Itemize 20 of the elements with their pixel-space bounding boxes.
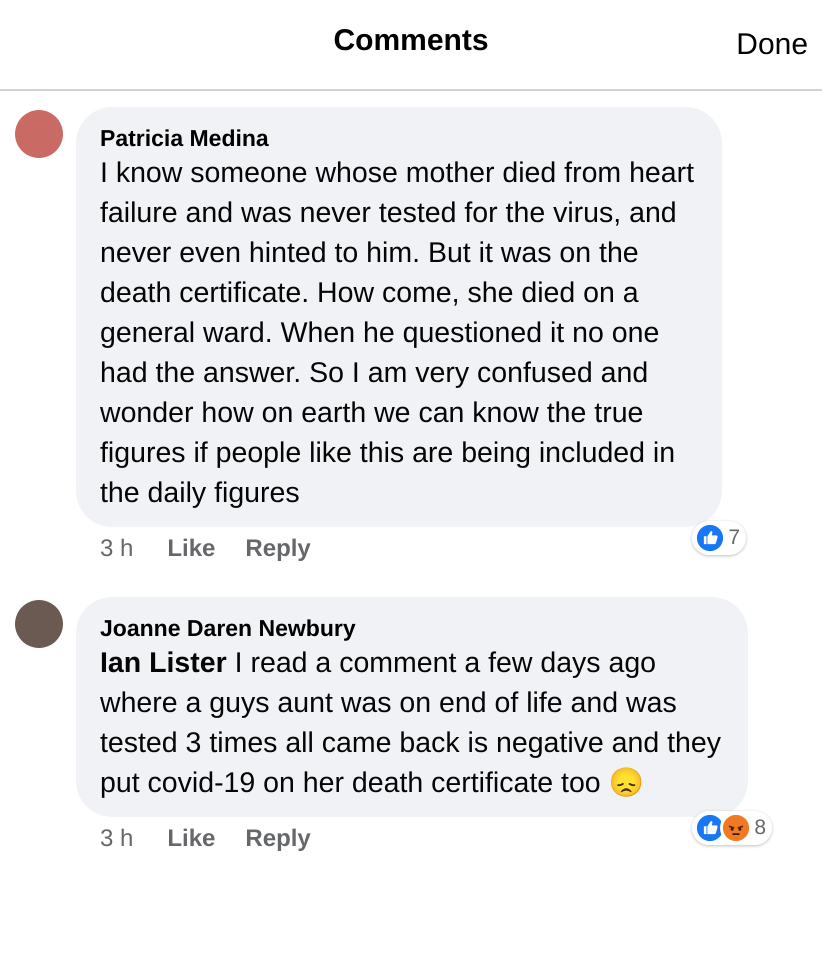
author-name[interactable]: Patricia Medina <box>100 123 704 153</box>
reaction-badge[interactable]: 8 <box>692 811 772 845</box>
comment-time: 3 h <box>100 534 134 564</box>
header-title: Comments <box>333 23 489 59</box>
reaction-count: 7 <box>728 525 740 552</box>
thumbs-up-icon <box>694 522 726 554</box>
comment-text: I know someone whose mother died from heart failure and was never tested for the virus, and never even hinted to him. But it was on the death certificate. How come, she died on a general ward. When he questioned it no one had the answer. So I am very confused and wonder how on earth we can know the true figures if people like this are being included in the daily figures <box>100 157 694 509</box>
avatar-photo-placeholder[interactable] <box>15 600 63 648</box>
done-button[interactable]: Done <box>736 22 808 67</box>
reaction-badge[interactable]: 7 <box>692 521 746 555</box>
author-name[interactable]: Joanne Daren Newbury <box>100 613 730 643</box>
like-link[interactable]: Like <box>167 821 216 857</box>
reply-link[interactable]: Reply <box>245 821 311 857</box>
avatar-photo-placeholder[interactable] <box>15 110 63 158</box>
reaction-count: 8 <box>754 815 766 842</box>
comment-text: Ian Lister I read a comment a few days ago where a guys aunt was on end of life and was tested 3 times all came back is negative and they put covid-19 on her death certificate too 😞 <box>100 647 722 799</box>
angry-face-icon <box>720 812 752 844</box>
comment-time: 3 h <box>100 824 134 854</box>
like-link[interactable]: Like <box>167 531 216 567</box>
reply-link[interactable]: Reply <box>245 531 311 567</box>
